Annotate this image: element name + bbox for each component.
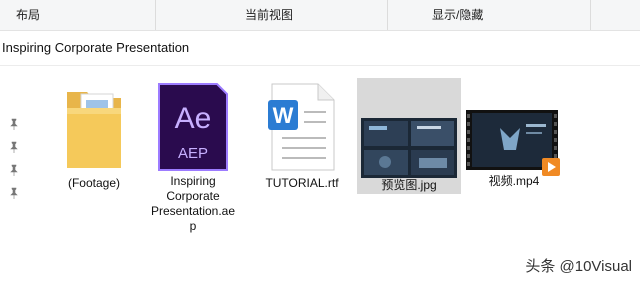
folder-icon xyxy=(67,92,121,168)
file-name: 视频.mp4 xyxy=(488,174,540,188)
video-thumbnail xyxy=(466,110,560,176)
pin-icon[interactable] xyxy=(8,118,20,130)
file-item-video-mp4[interactable]: 视频.mp4 xyxy=(466,80,562,189)
ae-badge-text: Ae xyxy=(175,102,212,135)
ribbon-tab-current-view[interactable]: 当前视图 xyxy=(245,0,293,30)
pin-icon[interactable] xyxy=(8,141,20,153)
file-item-tutorial[interactable]: W TUTORIAL.rtf xyxy=(258,80,346,191)
file-item-preview-jpg[interactable]: 预览图.jpg xyxy=(357,78,461,194)
file-name-line: Corporate xyxy=(166,189,220,203)
aep-badge-text: AEP xyxy=(178,145,208,162)
ribbon: 布局 当前视图 显示/隐藏 xyxy=(0,0,640,31)
file-name: TUTORIAL.rtf xyxy=(265,176,339,190)
ribbon-separator xyxy=(387,0,388,30)
watermark-text: 头条 @10Visual xyxy=(525,258,632,275)
file-name: (Footage) xyxy=(67,176,121,190)
image-thumbnail xyxy=(361,118,457,178)
file-name-line: Inspiring xyxy=(170,174,216,188)
file-name: 预览图.jpg xyxy=(381,178,437,192)
file-name-line: Presentation.ae xyxy=(150,204,236,218)
ribbon-tab-show-hide[interactable]: 显示/隐藏 xyxy=(432,0,483,30)
word-document-icon: W xyxy=(268,83,335,171)
pin-icon[interactable] xyxy=(8,187,20,199)
file-item-footage[interactable]: (Footage) xyxy=(54,80,134,191)
word-badge-text: W xyxy=(273,103,294,128)
folder-path: Inspiring Corporate Presentation xyxy=(2,40,190,55)
quick-access-pins xyxy=(8,118,22,210)
after-effects-icon: Ae AEP xyxy=(158,83,228,171)
ribbon-separator xyxy=(590,0,591,30)
file-item-aep[interactable]: Ae AEP Inspiring Corporate Presentation.… xyxy=(150,80,236,234)
address-bar[interactable]: Inspiring Corporate Presentation xyxy=(0,31,640,66)
watermark: 头条 @10Visual xyxy=(525,255,632,276)
file-name-line: p xyxy=(189,219,197,233)
ribbon-separator xyxy=(155,0,156,30)
pin-icon[interactable] xyxy=(8,164,20,176)
ribbon-tab-layout[interactable]: 布局 xyxy=(16,0,40,30)
